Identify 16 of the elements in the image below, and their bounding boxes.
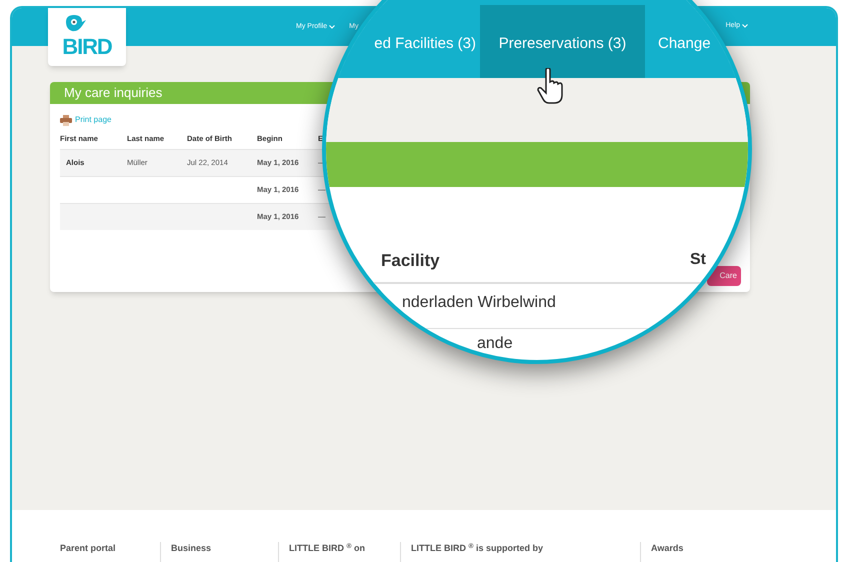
printer-icon: [60, 114, 72, 126]
footer-heading: Parent portal: [60, 543, 116, 553]
logo-text: BIRD: [62, 36, 112, 58]
card-title: My care inquiries: [64, 84, 162, 102]
tab[interactable]: Prereservations (3): [480, 5, 645, 78]
logo[interactable]: BIRD: [48, 8, 126, 66]
footer-heading: LITTLE BIRD $^{®}$ is supported by: [411, 543, 543, 553]
facility-name: ande: [477, 334, 513, 354]
footer-heading: Awards: [651, 543, 684, 553]
facility-name: nderladen Wirbelwind: [402, 293, 556, 313]
column-header: St: [690, 250, 706, 270]
print-link[interactable]: Print page: [75, 114, 112, 126]
footer-heading: LITTLE BIRD $^{®}$ on: [289, 543, 365, 553]
footer-heading: Business: [171, 543, 212, 553]
pointer-cursor-icon: [537, 68, 565, 105]
column-header: Facility: [381, 250, 440, 272]
